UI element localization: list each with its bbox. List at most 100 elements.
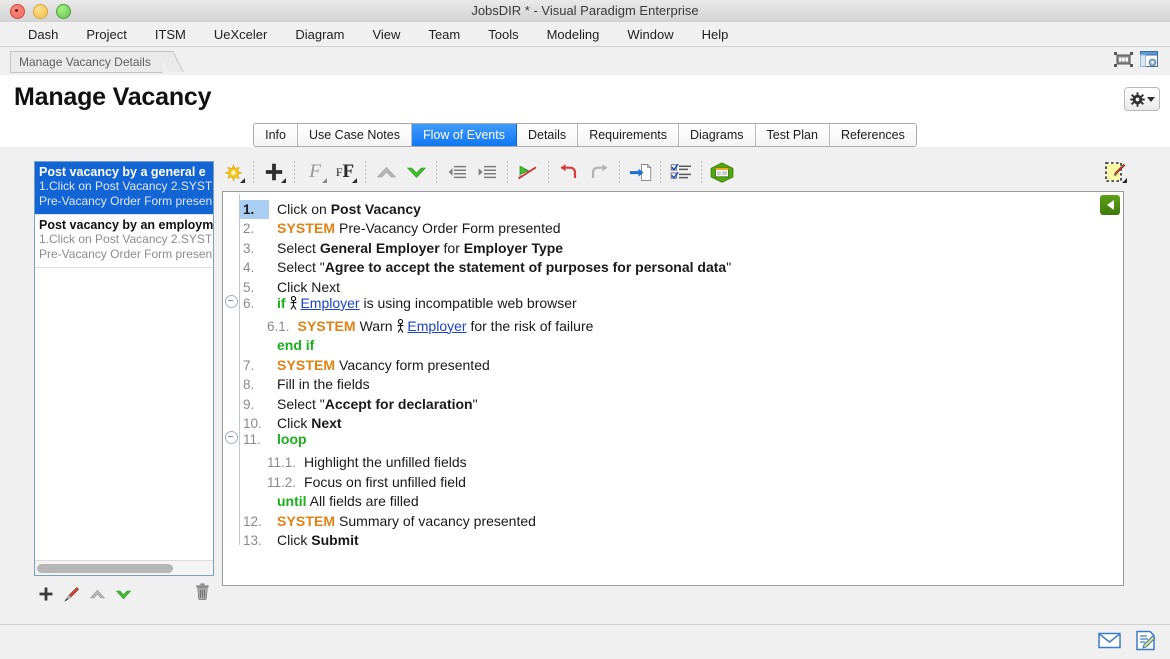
window-title: JobsDIR * - Visual Paradigm Enterprise	[0, 0, 1170, 22]
actor-icon	[289, 296, 298, 310]
flow-step-row[interactable]: 11.2.Focus on first unfilled field	[223, 467, 1123, 487]
menu-item-window[interactable]: Window	[613, 25, 687, 44]
collapse-toggle-icon[interactable]	[225, 295, 238, 308]
new-flow-icon[interactable]	[218, 157, 248, 187]
flow-step-row[interactable]: 7.SYSTEM Vacancy form presented	[223, 350, 1123, 370]
menu-item-project[interactable]: Project	[72, 25, 140, 44]
tab-test-plan[interactable]: Test Plan	[756, 124, 830, 146]
add-scenario-icon[interactable]	[38, 586, 54, 602]
italic-format-icon[interactable]: F	[300, 157, 330, 187]
flow-step-row[interactable]: until All fields are filled	[223, 487, 1123, 507]
page-title: Manage Vacancy	[14, 83, 211, 112]
tab-requirements[interactable]: Requirements	[578, 124, 679, 146]
indent-icon[interactable]	[472, 157, 502, 187]
step-text-fragment: Click	[277, 532, 311, 548]
control-keyword: loop	[277, 431, 307, 447]
menu-item-itsm[interactable]: ITSM	[141, 25, 200, 44]
step-gutter	[223, 467, 239, 487]
tab-info[interactable]: Info	[254, 124, 298, 146]
filmstrip-icon[interactable]	[1114, 51, 1133, 67]
tab-flow-of-events[interactable]: Flow of Events	[412, 124, 517, 146]
flow-step-row[interactable]: 8.Fill in the fields	[223, 370, 1123, 390]
flow-step-row[interactable]: end if	[223, 331, 1123, 351]
list-item[interactable]: Post vacancy by a general e1.Click on Po…	[35, 162, 213, 215]
wireframe-icon[interactable]	[707, 157, 737, 187]
scenario-list-hscroll-thumb[interactable]	[37, 564, 173, 573]
menu-item-tools[interactable]: Tools	[474, 25, 532, 44]
menu-item-team[interactable]: Team	[414, 25, 474, 44]
step-tree-line	[239, 194, 240, 214]
flow-step-row[interactable]: 13.Click Submit	[223, 526, 1123, 546]
toolbar-separator	[253, 161, 254, 183]
control-keyword: if	[277, 295, 286, 311]
menu-item-help[interactable]: Help	[688, 25, 743, 44]
undo-icon[interactable]	[554, 157, 584, 187]
screen-capture-icon[interactable]	[1100, 157, 1130, 187]
breadcrumb-bar: Manage Vacancy Details	[0, 47, 1170, 76]
scenario-toolbar	[34, 581, 214, 607]
extract-subflow-icon[interactable]	[625, 157, 655, 187]
checklist-icon[interactable]	[666, 157, 696, 187]
notes-edit-icon[interactable]	[1135, 630, 1156, 651]
zoom-window-button[interactable]	[56, 4, 71, 19]
actor-link[interactable]: Employer	[300, 295, 359, 311]
flow-of-events-editor[interactable]: 1.Click on Post Vacancy2.SYSTEM Pre-Vaca…	[222, 191, 1124, 586]
menu-item-modeling[interactable]: Modeling	[533, 25, 614, 44]
flow-step-row[interactable]: 6.if Employer is using incompatible web …	[223, 292, 1123, 312]
chevron-down-icon	[322, 178, 327, 183]
step-tree-line	[239, 526, 240, 546]
traffic-lights	[10, 4, 71, 19]
outdent-icon[interactable]	[442, 157, 472, 187]
font-format-icon[interactable]: FF	[330, 157, 360, 187]
step-gutter	[223, 331, 239, 351]
chevron-down-icon	[352, 178, 357, 183]
step-tree-line	[239, 331, 240, 351]
flow-step-row[interactable]: 6.1.SYSTEM Warn Employer for the risk of…	[223, 311, 1123, 331]
breadcrumb[interactable]: Manage Vacancy Details	[10, 51, 163, 73]
step-tree-line	[239, 214, 240, 234]
redo-icon[interactable]	[584, 157, 614, 187]
flow-step-row[interactable]: 12.SYSTEM Summary of vacancy presented	[223, 506, 1123, 526]
flow-step-row[interactable]: 11.loop	[223, 428, 1123, 448]
flow-step-row[interactable]: 2.SYSTEM Pre-Vacancy Order Form presente…	[223, 214, 1123, 234]
tab-diagrams[interactable]: Diagrams	[679, 124, 756, 146]
delete-scenario-icon[interactable]	[195, 583, 210, 600]
tab-details[interactable]: Details	[517, 124, 578, 146]
step-gutter	[223, 370, 239, 390]
strikethrough-step-icon[interactable]	[513, 157, 543, 187]
step-tree-line	[239, 409, 240, 429]
window-layout-icon[interactable]	[1140, 51, 1158, 67]
page-options-button[interactable]	[1124, 87, 1160, 111]
menu-item-dash[interactable]: Dash	[14, 25, 72, 44]
flow-step-row[interactable]: 3.Select General Employer for Employer T…	[223, 233, 1123, 253]
list-item[interactable]: Post vacancy by an employme1.Click on Po…	[35, 215, 213, 268]
collapse-left-arrow-icon[interactable]	[1100, 195, 1120, 215]
minimize-window-button[interactable]	[33, 4, 48, 19]
tab-references[interactable]: References	[830, 124, 916, 146]
flow-step-row[interactable]: 1.Click on Post Vacancy	[223, 194, 1123, 214]
flow-step-row[interactable]: 4.Select "Agree to accept the statement …	[223, 253, 1123, 273]
edit-scenario-icon[interactable]	[63, 586, 80, 603]
tab-use-case-notes[interactable]: Use Case Notes	[298, 124, 412, 146]
mail-icon[interactable]	[1098, 632, 1121, 649]
add-step-icon[interactable]	[259, 157, 289, 187]
menu-item-diagram[interactable]: Diagram	[281, 25, 358, 44]
flow-step-row[interactable]: 11.1.Highlight the unfilled fields	[223, 448, 1123, 468]
close-window-button[interactable]	[10, 4, 25, 19]
menu-item-uexceler[interactable]: UeXceler	[200, 25, 281, 44]
flow-step-row[interactable]: 9.Select "Accept for declaration"	[223, 389, 1123, 409]
collapse-toggle-icon[interactable]	[225, 431, 238, 444]
flow-step-row[interactable]: 5.Click Next	[223, 272, 1123, 292]
step-gutter	[223, 194, 239, 214]
flow-editor-panel: F FF	[218, 147, 1156, 607]
move-step-down-icon[interactable]	[401, 157, 431, 187]
move-down-icon[interactable]	[115, 588, 132, 601]
flow-step-row[interactable]: 10.Click Next	[223, 409, 1123, 429]
step-tree-line	[239, 389, 240, 409]
move-up-icon[interactable]	[89, 588, 106, 601]
scenario-list-hscrollbar[interactable]	[35, 560, 213, 575]
move-step-up-icon[interactable]	[371, 157, 401, 187]
step-tree-line	[239, 253, 240, 273]
toolbar-separator	[365, 161, 366, 183]
menu-item-view[interactable]: View	[358, 25, 414, 44]
